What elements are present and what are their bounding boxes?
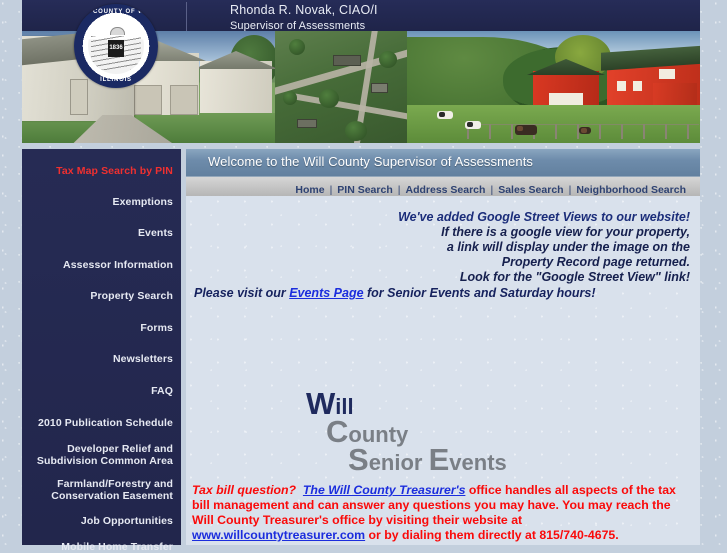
promo-line-3: a link will display under the image on t… <box>446 240 690 254</box>
nav-link-neighborhood-search[interactable]: Neighborhood Search <box>576 184 686 196</box>
banner-photo-aerial-view <box>275 31 407 143</box>
sidebar-item-job-opportunities[interactable]: Job Opportunities <box>28 515 173 527</box>
sidebar-item-faq[interactable]: FAQ <box>28 385 173 397</box>
treasurer-website-link[interactable]: www.willcountytreasurer.com <box>192 528 365 542</box>
senior-events-logo: Will County Senior Events <box>306 386 566 478</box>
sidebar-item-mobile-home-transfer[interactable]: Mobile Home Transfer <box>28 541 173 553</box>
events-text-before: Please visit our <box>194 286 290 300</box>
nav-link-pin-search[interactable]: PIN Search <box>337 184 392 196</box>
sidebar-nav: Tax Map Search by PIN Exemptions Events Ass… <box>22 149 181 553</box>
aerial-tree <box>379 51 397 68</box>
nav-separator: | <box>568 184 572 196</box>
content-body: We've added Google Street Views to our w… <box>186 196 700 545</box>
barn-cupola <box>659 69 675 79</box>
logo-letter-e: E <box>428 442 450 477</box>
sidebar-item-events[interactable]: Events <box>28 227 173 239</box>
logo-line-senior-events: Senior Events <box>348 442 507 478</box>
promo-line-2: If there is a google view for your prope… <box>441 225 690 239</box>
farm-cow <box>465 121 481 129</box>
farm-cow <box>515 125 537 135</box>
google-street-view-promo: We've added Google Street Views to our w… <box>260 210 690 285</box>
tax-note-question: Tax bill question? <box>192 483 297 497</box>
aerial-tree <box>283 91 297 105</box>
aerial-building-1 <box>333 55 361 66</box>
sidebar-item-newsletters[interactable]: Newsletters <box>28 353 173 365</box>
section-nav: Home | PIN Search | Address Search | Sales Sea… <box>186 177 700 196</box>
welcome-banner: Welcome to the Will County Supervisor of… <box>186 149 700 177</box>
barn-window <box>617 81 626 91</box>
officer-name: Rhonda R. Novak, CIAO/I <box>230 3 378 17</box>
nav-link-address-search[interactable]: Address Search <box>405 184 485 196</box>
barn-window <box>633 81 642 91</box>
main-content: Welcome to the Will County Supervisor of… <box>186 149 700 545</box>
officer-block: Rhonda R. Novak, CIAO/I Supervisor of As… <box>230 2 378 33</box>
sidebar-item-property-search[interactable]: Property Search <box>28 290 173 302</box>
logo-text-enior: enior <box>368 450 423 475</box>
sidebar-item-2010-publication-schedule[interactable]: 2010 Publication Schedule <box>28 417 173 429</box>
sidebar-item-farmland-forestry-and-conservation-easement[interactable]: Farmland/Forestry and Conservation Easeme… <box>28 478 173 503</box>
nav-separator: | <box>397 184 401 196</box>
sidebar-item-assessor-information[interactable]: Assessor Information <box>28 259 173 271</box>
farm-cow <box>437 111 453 119</box>
tax-note-text-2: or by dialing them directly at 815/740-4… <box>365 528 619 542</box>
events-announcement: Please visit our Events Page for Senior … <box>194 286 596 300</box>
seal-bottom-text: ILLINOIS <box>100 77 132 83</box>
sidebar-item-developer-relief-and-subdivision-common-area[interactable]: Developer Relief and Subdivision Common A… <box>28 443 173 468</box>
site-shell: Rhonda R. Novak, CIAO/I Supervisor of As… <box>22 0 700 553</box>
county-seal-icon: THE COUNTY OF WILL ILLINOIS 1836 <box>74 4 158 88</box>
sidebar-item-forms[interactable]: Forms <box>28 322 173 334</box>
nav-separator: | <box>329 184 333 196</box>
tax-bill-note: Tax bill question? The Will County Treas… <box>192 483 694 543</box>
events-text-after: for Senior Events and Saturday hours! <box>363 286 596 300</box>
nav-separator: | <box>490 184 494 196</box>
aerial-tree <box>345 121 367 141</box>
aerial-building-3 <box>297 119 317 128</box>
header-divider <box>186 2 187 31</box>
logo-letter-s: S <box>348 442 369 477</box>
photo-garage-door-2 <box>170 85 198 115</box>
page-title: Welcome to the Will County Supervisor of… <box>208 154 534 169</box>
seal-top-text: THE COUNTY OF WILL <box>76 9 156 15</box>
treasurer-link[interactable]: The Will County Treasurer's <box>303 483 465 497</box>
seal-emblem: 1836 <box>88 18 144 74</box>
banner-photo-farm <box>407 31 700 143</box>
logo-letter-c: C <box>326 414 349 449</box>
promo-line-4: Property Record page returned. <box>501 255 690 269</box>
aerial-tree <box>289 39 305 55</box>
farm-cow <box>579 127 591 134</box>
photo-garage-door-1 <box>134 85 162 115</box>
seal-sun-icon <box>110 27 125 35</box>
logo-text-vents: vents <box>449 450 507 475</box>
aerial-building-2 <box>371 83 388 93</box>
aerial-tree <box>319 89 339 108</box>
promo-line-1: We've added Google Street Views to our w… <box>398 210 690 224</box>
sidebar-item-tax-map-search-by-pin[interactable]: Tax Map Search by PIN <box>28 165 173 177</box>
promo-line-5: Look for the "Google Street View" link! <box>459 270 690 284</box>
nav-link-sales-search[interactable]: Sales Search <box>498 184 563 196</box>
sidebar-item-exemptions[interactable]: Exemptions <box>28 196 173 208</box>
seal-date: 1836 <box>109 45 123 51</box>
events-page-link[interactable]: Events Page <box>289 286 363 300</box>
nav-link-home[interactable]: Home <box>295 184 324 196</box>
photo-front-door <box>70 79 88 115</box>
